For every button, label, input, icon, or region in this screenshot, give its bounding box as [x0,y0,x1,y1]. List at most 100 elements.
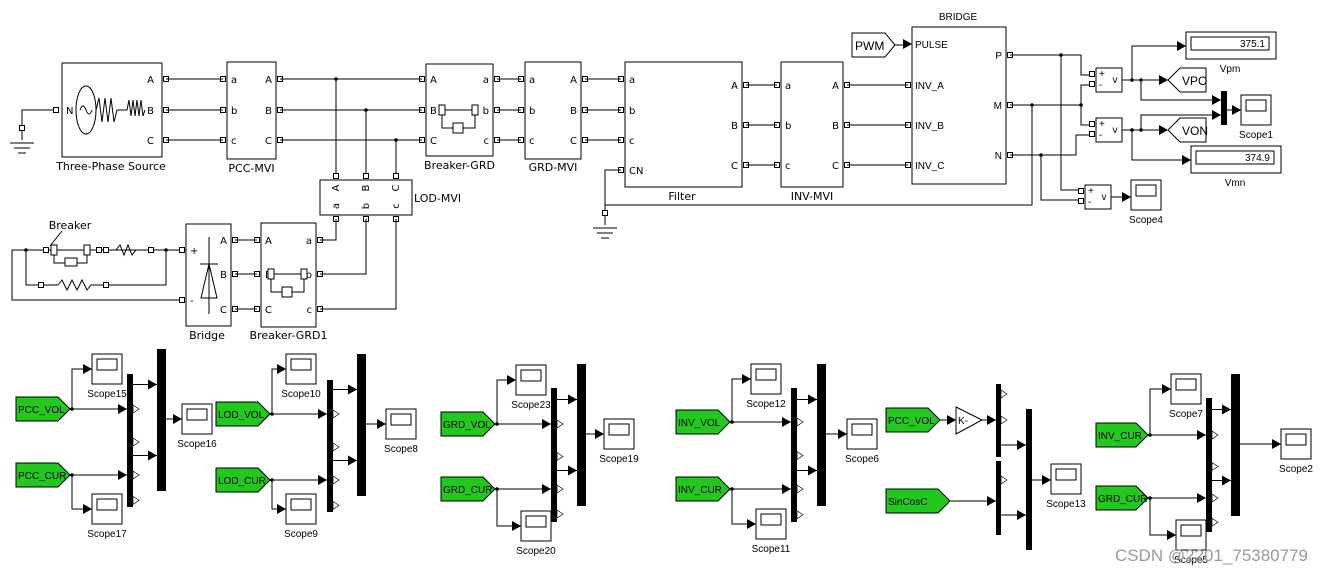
goto-tag-3-b[interactable]: GRD_CUR [440,476,496,502]
port[interactable] [1089,81,1095,87]
scope-top-4[interactable]: Scope12 [746,363,786,410]
port[interactable] [363,173,369,179]
mux-bar[interactable] [1221,91,1227,125]
goto-tag-pcc-vol-gain[interactable]: PCC_VOL [885,407,941,433]
scope-top-5[interactable]: Scope7 [1169,373,1203,420]
scope-label: Scope20 [516,546,556,557]
scope-bottom-4[interactable]: Scope11 [752,508,791,555]
open-port-icon [556,484,564,494]
port[interactable] [1089,131,1095,137]
mux-bar[interactable] [1206,398,1212,532]
port[interactable] [148,247,154,253]
goto-tag-5-a[interactable]: INV_CUR [1095,422,1149,448]
scope-top-3[interactable]: Scope23 [511,364,551,411]
pcc-mvi-block[interactable]: a Ab Bc C PCC-MVI [220,61,283,175]
port[interactable] [96,247,102,253]
breaker-grd1-block[interactable]: AaBbCcBreaker-GRD1 [250,222,328,342]
mux-bar[interactable] [791,388,797,522]
port[interactable] [333,173,339,179]
scope-top-1[interactable]: Scope15 [87,353,127,400]
scope-bottom-1[interactable]: Scope17 [87,493,127,540]
vpo-goto-tag[interactable]: VPO [1167,67,1207,93]
open-port-icon [1000,475,1008,485]
signal-line [496,489,521,527]
port[interactable] [602,210,608,216]
arrowhead [1197,493,1206,503]
mux-bar[interactable] [996,461,1001,535]
three-phase-source-block[interactable]: N A B C Three-Phase Source [53,62,169,173]
mux-bar[interactable] [327,380,333,512]
arrowhead [747,519,756,529]
arrowhead [568,465,577,476]
filter-block[interactable]: a b c CN A B C Filter [618,61,749,203]
voltage-measurement-pm[interactable]: +- v [1089,67,1123,93]
port[interactable] [19,125,25,131]
scope1[interactable]: Scope1 [1239,94,1273,141]
label: v [1113,75,1118,86]
scope-bottom-2[interactable]: Scope9 [284,493,318,540]
mux-bar[interactable] [996,384,1001,457]
breaker-grd-block[interactable]: Aa B b C c Breaker-GRD [419,63,500,172]
inv-mvi-block[interactable]: a Ab Bc C INV-MVI [774,61,850,203]
scope-out-3[interactable]: Scope19 [599,418,639,465]
mux-scope1[interactable] [1221,91,1227,125]
scope13[interactable]: Scope13 [1046,463,1086,510]
label: a [629,75,635,86]
watermark: CSDN @2201_75380779 [1115,546,1308,565]
port[interactable] [1078,188,1084,194]
mux-bar[interactable] [1026,409,1032,550]
port[interactable] [103,282,109,288]
goto-tag-5-b[interactable]: GRD_CUR [1095,485,1149,511]
port[interactable] [103,247,109,253]
goto-tag-2-a[interactable]: LOD_VOL [215,401,271,427]
diode-bridge-block[interactable]: + - A B C Bridge [185,223,238,342]
goto-tag-2-b[interactable]: LOD_CUR [215,467,271,493]
goto-tag-sincosc[interactable]: SinCosC [885,488,951,514]
gain-block[interactable]: K- [955,406,984,435]
port[interactable] [1089,71,1095,77]
port[interactable] [38,282,44,288]
goto-tag-1-a[interactable]: PCC_VOL [15,396,71,422]
port[interactable] [53,107,59,113]
mux-bar[interactable] [577,364,586,506]
scope-out-5[interactable]: Scope2 [1279,428,1313,475]
goto-tag-3-a[interactable]: GRD_VOL [440,411,496,437]
scope-out-4[interactable]: Scope6 [845,418,879,465]
grd-mvi-block[interactable]: a Ab Bc C GRD-MVI [518,61,588,174]
scope-label: Scope11 [752,544,791,555]
port[interactable] [179,297,185,303]
port[interactable] [1078,198,1084,204]
signal-line [25,250,40,286]
port[interactable] [393,173,399,179]
mux-bar[interactable] [357,354,366,496]
port[interactable] [179,247,185,253]
port[interactable] [43,247,49,253]
scope-label: Scope8 [384,444,418,455]
scope-top-2[interactable]: Scope10 [281,353,321,400]
tag-label: PCC_VOL [18,405,65,416]
vmn-display[interactable]: 374.9 Vmn [1190,145,1282,189]
scope4[interactable]: Scope4 [1129,179,1163,226]
mux-bar[interactable] [1231,374,1240,516]
tag-label: VON [1182,124,1208,138]
port[interactable] [1089,121,1095,127]
von-goto-tag[interactable]: VON [1167,117,1208,143]
goto-tag-4-b[interactable]: INV_CUR [675,476,731,502]
mux-bar[interactable] [157,349,166,491]
bridge-block[interactable]: BRIDGE PULSE INV_A INV_B INV_C P M N [903,12,1013,185]
voltage-measurement-pn[interactable]: +- v [1078,184,1112,210]
scope-out-2[interactable]: Scope8 [384,408,418,455]
mux-bar[interactable] [551,388,557,522]
scope-out-1[interactable]: Scope16 [177,403,217,450]
mux-bar[interactable] [127,374,133,507]
block-label: Bridge [189,329,225,342]
scope-bottom-3[interactable]: Scope20 [516,510,556,557]
goto-tag-4-a[interactable]: INV_VOL [675,409,731,435]
goto-tag-1-b[interactable]: PCC_CUR [15,462,71,488]
mux-bar[interactable] [817,364,826,506]
pwm-goto-tag[interactable]: PWM [851,32,896,58]
scope-screen [1175,378,1197,391]
lod-mvi-block[interactable]: Aa Bb Cc LOD-MVI [319,173,461,222]
label: b [483,106,489,117]
voltage-measurement-mn[interactable]: +- v [1089,117,1123,143]
